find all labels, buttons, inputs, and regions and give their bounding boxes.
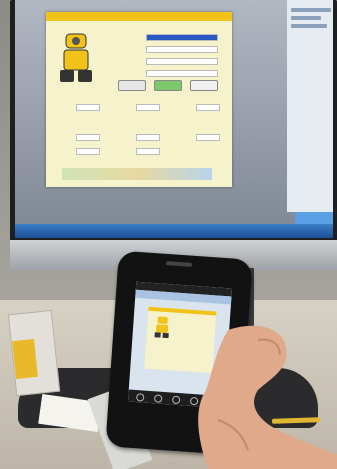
field	[196, 134, 220, 141]
photo-scene	[0, 0, 337, 469]
action-button	[118, 80, 146, 91]
field	[196, 104, 220, 111]
field	[76, 134, 100, 141]
field	[146, 46, 218, 53]
field	[146, 70, 218, 77]
hand	[198, 325, 337, 469]
desktop-app-window	[46, 12, 232, 187]
start-button-icon	[154, 80, 182, 91]
stop-button-icon	[190, 80, 218, 91]
booklet-cover-image	[12, 338, 38, 380]
field	[76, 104, 100, 111]
field	[136, 148, 160, 155]
side-panel	[287, 0, 333, 212]
field	[146, 58, 218, 65]
selected-field	[146, 34, 218, 41]
field	[136, 104, 160, 111]
field	[76, 148, 100, 155]
app-titlebar	[46, 12, 232, 21]
robot-device-icon	[154, 316, 169, 339]
robot-device-icon	[60, 33, 92, 82]
taskbar	[15, 224, 333, 238]
field	[136, 134, 160, 141]
bottom-icon-row	[62, 168, 212, 180]
